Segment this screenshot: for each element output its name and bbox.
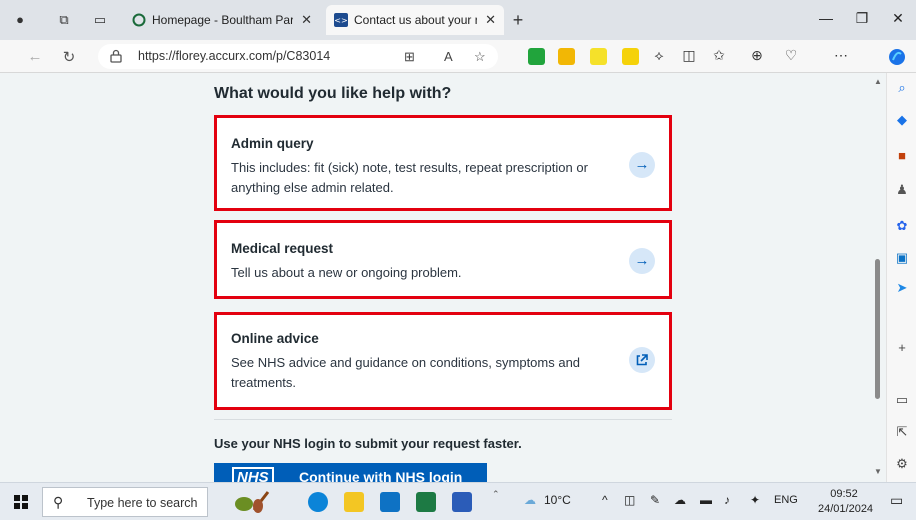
open-external-icon[interactable]: ⇱ bbox=[895, 425, 909, 439]
extension-check-icon[interactable] bbox=[528, 48, 545, 65]
new-tab-button[interactable]: + bbox=[510, 11, 526, 29]
nhs-logo: NHS bbox=[232, 467, 274, 482]
tools-icon[interactable]: ■ bbox=[895, 149, 909, 163]
extension-icon[interactable] bbox=[622, 48, 639, 65]
outlook-taskbar-icon[interactable] bbox=[380, 492, 400, 512]
page-scrollbar[interactable]: ▲ ▼ bbox=[870, 73, 886, 482]
language-indicator[interactable]: ENG bbox=[774, 494, 798, 506]
tab-actions-icon[interactable]: ▭ bbox=[92, 12, 108, 28]
back-icon[interactable]: ← bbox=[26, 48, 44, 65]
browser-title-bar: ● ⧉ ▭ Homepage - Boultham Park Med ✕ <> … bbox=[0, 0, 916, 40]
cloud-icon[interactable]: ☁ bbox=[674, 493, 686, 507]
favorites-icon[interactable]: ✩ bbox=[710, 47, 728, 64]
url-text[interactable]: https://florey.accurx.com/p/C83014 bbox=[138, 49, 330, 63]
windows-taskbar: ⚲ Type here to search ⌃ ☁ 10°C ^ ◫ ✎ ☁ ▬… bbox=[0, 482, 916, 520]
refresh-icon[interactable]: ↻ bbox=[60, 48, 78, 66]
sidebar-toggle-icon[interactable]: ▭ bbox=[895, 393, 909, 407]
page-content: What would you like help with? Admin que… bbox=[0, 73, 870, 482]
weather-temp[interactable]: 10°C bbox=[544, 493, 571, 507]
outlook-icon[interactable]: ▣ bbox=[895, 251, 909, 265]
taskbar-clock[interactable]: 09:52 24/01/2024 bbox=[818, 487, 874, 517]
nhs-login-button-label: Continue with NHS login bbox=[299, 469, 463, 482]
medical-request-card[interactable]: Medical request Tell us about a new or o… bbox=[214, 220, 672, 299]
lock-icon bbox=[110, 49, 122, 63]
browser-essentials-icon[interactable]: ♡ bbox=[782, 47, 800, 64]
tab-title: Contact us about your request bbox=[354, 13, 478, 27]
card-title: Admin query bbox=[231, 136, 314, 151]
svg-text:<>: <> bbox=[334, 16, 347, 25]
address-bar[interactable]: https://florey.accurx.com/p/C83014 ⊞ A ☆ bbox=[98, 44, 498, 69]
edge-taskbar-icon[interactable] bbox=[308, 492, 328, 512]
copilot-icon[interactable] bbox=[888, 48, 906, 66]
card-description: See NHS advice and guidance on condition… bbox=[231, 355, 581, 390]
clock-time: 09:52 bbox=[830, 488, 858, 500]
collections-icon[interactable]: ⊕ bbox=[748, 47, 766, 64]
show-hidden-icons-icon[interactable]: ^ bbox=[602, 493, 608, 507]
favorite-star-icon[interactable]: ☆ bbox=[474, 49, 486, 65]
close-tab-icon[interactable]: ✕ bbox=[301, 12, 312, 28]
card-title: Medical request bbox=[231, 241, 334, 256]
section-divider bbox=[214, 419, 672, 420]
restore-button[interactable]: ❐ bbox=[852, 10, 872, 27]
card-title: Online advice bbox=[231, 331, 319, 346]
tab-contact-us[interactable]: <> Contact us about your request ✕ bbox=[326, 5, 504, 35]
settings-gear-icon[interactable]: ⚙ bbox=[895, 457, 909, 471]
online-advice-card[interactable]: Online advice See NHS advice and guidanc… bbox=[214, 312, 672, 410]
extensions-puzzle-icon[interactable]: ⟡ bbox=[650, 47, 668, 64]
arrow-right-icon[interactable]: → bbox=[629, 248, 655, 274]
clock-date: 24/01/2024 bbox=[818, 503, 874, 515]
browser-toolbar: ← ↻ https://florey.accurx.com/p/C83014 ⊞… bbox=[0, 40, 916, 73]
notifications-icon[interactable]: ▭ bbox=[890, 492, 903, 509]
tab-homepage[interactable]: Homepage - Boultham Park Med ✕ bbox=[124, 5, 320, 35]
drop-icon[interactable]: ➤ bbox=[895, 281, 909, 295]
nhs-login-button[interactable]: NHS Continue with NHS login bbox=[214, 463, 487, 482]
extension-icon[interactable] bbox=[558, 48, 575, 65]
violin-bird-icon bbox=[235, 491, 270, 513]
scroll-down-icon[interactable]: ▼ bbox=[874, 467, 882, 476]
site-favicon-icon bbox=[132, 13, 146, 27]
minimize-button[interactable]: — bbox=[816, 10, 836, 26]
arrow-right-icon[interactable]: → bbox=[629, 152, 655, 178]
scroll-up-icon[interactable]: ▲ bbox=[874, 77, 882, 86]
tab-title: Homepage - Boultham Park Med bbox=[152, 13, 294, 27]
volume-icon[interactable]: ♪ bbox=[724, 493, 730, 507]
card-description: This includes: fit (sick) note, test res… bbox=[231, 160, 588, 195]
tray-app-icon[interactable]: ◫ bbox=[624, 493, 635, 507]
search-placeholder: Type here to search bbox=[87, 496, 198, 510]
weather-cloud-icon: ☁ bbox=[524, 493, 536, 507]
excel-taskbar-icon[interactable] bbox=[416, 492, 436, 512]
card-description: Tell us about a new or ongoing problem. bbox=[231, 265, 462, 280]
shopping-tag-icon[interactable]: ◆ bbox=[895, 113, 909, 127]
extension-search-icon[interactable] bbox=[590, 48, 607, 65]
close-tab-icon[interactable]: ✕ bbox=[485, 12, 496, 28]
page-heading: What would you like help with? bbox=[214, 85, 452, 102]
bluetooth-icon[interactable]: ✦ bbox=[750, 493, 760, 507]
word-taskbar-icon[interactable] bbox=[452, 492, 472, 512]
overflow-chevron-icon[interactable]: ⌃ bbox=[492, 489, 500, 500]
microsoft-365-icon[interactable]: ✿ bbox=[895, 219, 909, 233]
accurx-favicon-icon: <> bbox=[334, 13, 348, 27]
taskbar-search-box[interactable]: ⚲ Type here to search bbox=[42, 487, 208, 517]
close-window-button[interactable]: ✕ bbox=[888, 10, 908, 27]
read-aloud-icon[interactable]: A bbox=[444, 49, 453, 64]
more-options-icon[interactable]: ⋯ bbox=[832, 47, 850, 64]
admin-query-card[interactable]: Admin query This includes: fit (sick) no… bbox=[214, 115, 672, 211]
games-icon[interactable]: ♟ bbox=[895, 183, 909, 197]
windows-start-icon[interactable] bbox=[14, 495, 28, 509]
add-app-icon[interactable]: + bbox=[895, 341, 909, 355]
network-icon[interactable]: ▬ bbox=[700, 493, 712, 507]
scrollbar-thumb[interactable] bbox=[875, 259, 880, 399]
profile-icon[interactable]: ● bbox=[12, 12, 28, 28]
external-link-icon[interactable] bbox=[629, 347, 655, 373]
pen-icon[interactable]: ✎ bbox=[650, 493, 660, 507]
search-icon: ⚲ bbox=[53, 494, 64, 510]
app-available-icon[interactable]: ⊞ bbox=[404, 49, 415, 65]
split-screen-icon[interactable]: ◫ bbox=[680, 47, 698, 64]
nhs-login-prompt: Use your NHS login to submit your reques… bbox=[214, 436, 522, 451]
file-explorer-icon[interactable] bbox=[344, 492, 364, 512]
search-icon[interactable]: ⌕ bbox=[895, 81, 909, 95]
workspaces-icon[interactable]: ⧉ bbox=[56, 12, 72, 28]
edge-sidebar: ⌕ ◆ ■ ♟ ✿ ▣ ➤ + ▭ ⇱ ⚙ bbox=[886, 73, 916, 482]
